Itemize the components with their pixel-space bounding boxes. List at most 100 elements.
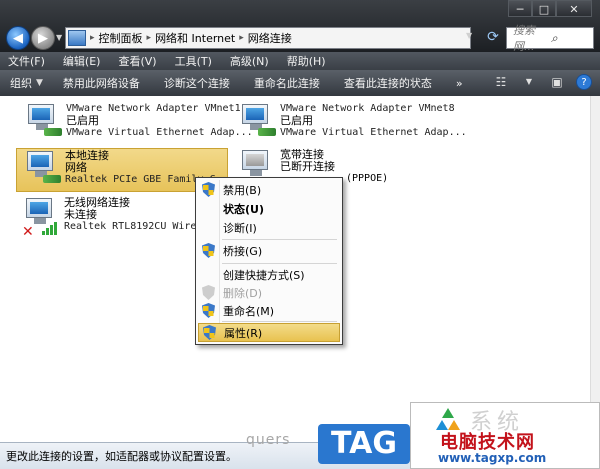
menu-tools[interactable]: 工具(T) — [175, 53, 212, 69]
signal-bar — [54, 222, 57, 235]
watermark-url: www.tagxp.com — [438, 451, 547, 465]
title-bar: ─ □ ✕ ◀ ▶ ▼ ▸ 控制面板 ▸ 网络和 Internet ▸ 网络连接… — [0, 0, 600, 53]
cable-shape — [43, 175, 61, 183]
menu-item-label: 桥接(G) — [223, 244, 263, 258]
window-controls: ─ □ ✕ — [508, 0, 592, 17]
chevron-right-icon: ▸ — [146, 33, 152, 43]
menu-help[interactable]: 帮助(H) — [287, 53, 326, 69]
connection-text: VMware Network Adapter VMnet1 已启用 VMware… — [66, 103, 253, 139]
minimize-button[interactable]: ─ — [508, 0, 532, 17]
chevron-down-icon: ▼ — [36, 78, 43, 88]
signal-bar — [46, 228, 49, 235]
monitor-shape — [242, 150, 268, 170]
uac-shield-icon — [202, 182, 215, 197]
uac-shield-icon — [202, 285, 215, 300]
menu-file[interactable]: 文件(F) — [8, 53, 45, 69]
menu-item-properties[interactable]: 属性(R) — [198, 323, 340, 342]
signal-bar — [42, 231, 45, 235]
rename-connection-button[interactable]: 重命名此连接 — [254, 75, 320, 91]
status-text: 更改此连接的设置，如适配器或协议配置设置。 — [6, 450, 237, 463]
menu-separator — [222, 239, 337, 240]
close-button[interactable]: ✕ — [556, 0, 592, 17]
network-adapter-icon — [23, 151, 61, 189]
menu-separator — [222, 321, 337, 322]
address-bar[interactable]: ▸ 控制面板 ▸ 网络和 Internet ▸ 网络连接 — [65, 27, 471, 49]
connection-device: VMware Virtual Ethernet Adap... — [66, 127, 253, 138]
menu-item-disable[interactable]: 禁用(B) — [198, 180, 340, 199]
monitor-shape — [27, 151, 53, 171]
more-commands-button[interactable]: » — [456, 77, 463, 90]
connection-text: VMware Network Adapter VMnet8 已启用 VMware… — [280, 103, 467, 139]
menu-item-create-shortcut[interactable]: 创建快捷方式(S) — [198, 265, 340, 284]
connection-status: 网络 — [65, 161, 87, 174]
connection-device: VMware Virtual Ethernet Adap... — [280, 127, 467, 138]
history-dropdown-icon[interactable]: ▼ — [56, 33, 62, 42]
disable-device-button[interactable]: 禁用此网络设备 — [63, 75, 140, 91]
diagnose-connection-button[interactable]: 诊断这个连接 — [164, 75, 230, 91]
uac-shield-icon — [203, 325, 216, 340]
menu-item-label: 状态(U) — [223, 202, 264, 216]
view-status-button[interactable]: 查看此连接的状态 — [344, 75, 432, 91]
control-panel-icon — [68, 30, 86, 46]
menu-item-status[interactable]: 状态(U) — [198, 199, 340, 218]
organize-button[interactable]: 组织 — [10, 75, 32, 91]
view-options-icon[interactable]: ☷ — [492, 74, 510, 90]
maximize-button[interactable]: □ — [532, 0, 556, 17]
help-icon[interactable]: ? — [576, 74, 592, 90]
menu-item-rename[interactable]: 重命名(M) — [198, 301, 340, 320]
uac-shield-icon — [202, 303, 215, 318]
back-button[interactable]: ◀ — [6, 26, 30, 50]
wireless-adapter-icon: ✕ — [22, 198, 58, 240]
watermark-quers: quers — [246, 432, 291, 448]
cable-shape — [44, 128, 62, 136]
breadcrumb-network-connections[interactable]: 网络连接 — [248, 30, 292, 46]
address-dropdown-icon[interactable]: ▼ — [466, 31, 472, 40]
menu-item-label: 属性(R) — [224, 326, 263, 340]
breadcrumb-network-internet[interactable]: 网络和 Internet — [155, 30, 235, 46]
chevron-right-icon: ▸ — [239, 33, 244, 43]
menu-item-label: 禁用(B) — [223, 183, 262, 197]
monitor-shape — [26, 198, 52, 218]
menu-item-diagnose[interactable]: 诊断(I) — [198, 218, 340, 237]
arrow-left-icon: ◀ — [13, 30, 23, 46]
menu-item-label: 删除(D) — [223, 286, 263, 300]
menu-view[interactable]: 查看(V) — [118, 53, 156, 69]
connection-wireless[interactable]: ✕ 无线网络连接 未连接 Realtek RTL8192CU Wireless — [16, 196, 221, 241]
connection-vmnet1[interactable]: VMware Network Adapter VMnet1 已启用 VMware… — [18, 102, 253, 146]
scrollbar[interactable] — [590, 96, 600, 442]
preview-pane-icon[interactable]: ▣ — [548, 74, 566, 90]
context-menu: 禁用(B) 状态(U) 诊断(I) 桥接(G) 创建快捷方式(S) 删除(D) … — [195, 177, 343, 345]
breadcrumb-control-panel[interactable]: 控制面板 — [99, 30, 143, 46]
chevron-right-icon: ▸ — [90, 33, 95, 43]
network-adapter-icon — [24, 104, 62, 142]
chevron-down-icon[interactable]: ▼ — [520, 74, 538, 90]
search-box[interactable]: 搜索 网... ⌕ — [506, 24, 594, 53]
connection-status: 已启用 — [66, 114, 99, 127]
menu-item-bridge[interactable]: 桥接(G) — [198, 241, 340, 260]
search-icon[interactable]: ⌕ — [551, 31, 589, 46]
menu-item-label: 重命名(M) — [223, 304, 275, 318]
monitor-stand-shape — [250, 170, 262, 176]
arrow-right-icon: ▶ — [38, 30, 48, 46]
connection-device: Realtek PCIe GBE Family C — [65, 174, 216, 185]
connection-device: (PPPOE) — [346, 173, 389, 184]
cable-shape — [258, 128, 276, 136]
forward-button[interactable]: ▶ — [31, 26, 55, 50]
command-toolbar: 组织 ▼ 禁用此网络设备 诊断这个连接 重命名此连接 查看此连接的状态 » ☷ … — [0, 70, 600, 96]
menu-item-label: 创建快捷方式(S) — [223, 268, 305, 282]
signal-bars-icon — [42, 222, 57, 235]
menu-item-label: 诊断(I) — [223, 221, 257, 235]
toolbar-right: ☷ ▼ ▣ ? — [492, 74, 592, 90]
menu-item-delete: 删除(D) — [198, 283, 340, 302]
connection-text: 本地连接 网络 Realtek PCIe GBE Family C — [65, 150, 216, 186]
menu-bar: 文件(F) 编辑(E) 查看(V) 工具(T) 高级(N) 帮助(H) — [0, 52, 600, 70]
refresh-icon[interactable]: ⟳ — [483, 27, 503, 47]
network-adapter-icon — [238, 104, 276, 142]
menu-edit[interactable]: 编辑(E) — [63, 53, 101, 69]
breadcrumb: ▸ 控制面板 ▸ 网络和 Internet ▸ 网络连接 — [86, 30, 292, 46]
uac-shield-icon — [202, 243, 215, 258]
menu-separator — [222, 263, 337, 264]
menu-advanced[interactable]: 高级(N) — [230, 53, 269, 69]
search-input[interactable]: 搜索 网... — [513, 22, 551, 54]
connection-vmnet8[interactable]: VMware Network Adapter VMnet8 已启用 VMware… — [232, 102, 467, 146]
